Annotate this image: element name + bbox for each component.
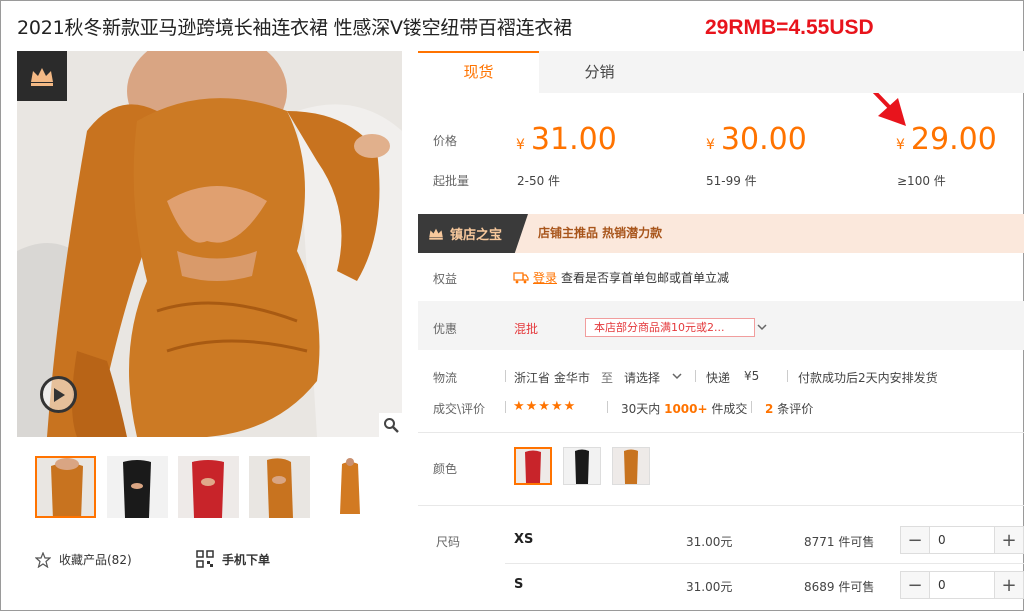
- mobile-order-label: 手机下单: [222, 552, 271, 567]
- price-value: 30.00: [720, 122, 807, 157]
- thumbnail-orange-side[interactable]: [249, 456, 310, 518]
- tab-distribution[interactable]: 分销: [539, 51, 660, 93]
- quantity-input[interactable]: 0: [929, 527, 995, 553]
- tier-2-range: 51-99 件: [706, 174, 757, 188]
- treasure-text: 店铺主推品 热销潜力款: [538, 226, 663, 240]
- divider: [787, 370, 788, 382]
- crown-icon: [429, 228, 443, 240]
- ship-note: 付款成功后2天内安排发货: [798, 371, 938, 385]
- trades-count: 1000+: [664, 402, 708, 416]
- thumbnail-black[interactable]: [107, 456, 168, 518]
- crown-badge: [17, 51, 67, 101]
- magnifier-icon: [384, 418, 399, 433]
- divider: [505, 563, 1024, 564]
- increment-button[interactable]: +: [995, 527, 1023, 553]
- decrement-button[interactable]: −: [901, 572, 929, 598]
- rights-info: 登录 查看是否享首单包邮或首单立减: [513, 269, 729, 286]
- zoom-button[interactable]: [379, 413, 403, 437]
- quantity-stepper-xs: − 0 +: [900, 526, 1024, 554]
- favorite-product-link[interactable]: 收藏产品(82): [35, 551, 132, 568]
- color-swatch-black[interactable]: [563, 447, 601, 485]
- logistics-label: 物流: [433, 371, 458, 385]
- treasure-badge-text: 镇店之宝: [450, 228, 503, 243]
- divider: [695, 370, 696, 382]
- crown-icon: [31, 68, 53, 86]
- shipping-method: 快递: [706, 371, 731, 385]
- rating-stars: ★★★★★: [513, 399, 577, 414]
- thumbnail-orange-front[interactable]: [35, 456, 96, 518]
- thumbnail-red[interactable]: [178, 456, 239, 518]
- size-xs-stock: 8771 件可售: [804, 535, 875, 549]
- star-outline-icon: [35, 551, 51, 568]
- price-tier-2: ¥30.00: [706, 122, 807, 157]
- trades-info: 30天内 1000+ 件成交: [621, 400, 747, 417]
- rights-label: 权益: [433, 272, 458, 286]
- product-title: 2021秋冬新款亚马逊跨境长袖连衣裙 性感深V镂空纽带百褶连衣裙: [17, 17, 572, 39]
- tier-3-range: ≥100 件: [897, 174, 946, 188]
- chevron-down-icon[interactable]: [671, 371, 683, 381]
- divider: [505, 370, 506, 382]
- price-tier-3: ¥29.00: [896, 122, 997, 157]
- treasure-badge: 镇店之宝: [418, 214, 528, 253]
- ship-from: 浙江省 金华市: [514, 371, 590, 385]
- discount-type: 混批: [514, 322, 539, 336]
- discount-label: 优惠: [433, 322, 458, 336]
- price-label: 价格: [433, 134, 458, 148]
- divider: [607, 401, 608, 413]
- login-link[interactable]: 登录: [533, 269, 557, 286]
- play-video-button[interactable]: [40, 376, 77, 413]
- price-value: 31.00: [530, 122, 617, 157]
- currency-symbol: ¥: [706, 137, 715, 153]
- currency-symbol: ¥: [516, 137, 525, 153]
- thumbnail-orange-back[interactable]: [320, 456, 381, 518]
- to-word: 至: [601, 371, 614, 385]
- qrcode-icon: [196, 550, 214, 568]
- size-s-stock: 8689 件可售: [804, 580, 875, 594]
- trades-period: 30天内: [621, 402, 661, 416]
- tab-spot[interactable]: 现货: [418, 51, 539, 93]
- reviews-count: 2: [765, 402, 774, 416]
- trades-label: 成交\评价: [433, 402, 486, 416]
- divider: [418, 432, 1024, 433]
- color-swatch-red[interactable]: [514, 447, 552, 485]
- shipping-fee: ¥5: [744, 369, 760, 383]
- size-xs-price: 31.00元: [686, 535, 733, 549]
- color-label: 颜色: [433, 462, 458, 476]
- price-tier-1: ¥31.00: [516, 122, 617, 157]
- chevron-down-icon[interactable]: [756, 322, 768, 332]
- quantity-stepper-s: − 0 +: [900, 571, 1024, 599]
- tier-1-range: 2-50 件: [517, 174, 561, 188]
- delivery-truck-icon: [513, 272, 529, 284]
- moq-label: 起批量: [433, 174, 470, 188]
- increment-button[interactable]: +: [995, 572, 1023, 598]
- favorite-label: 收藏产品(82): [59, 553, 132, 567]
- promotion-tag[interactable]: 本店部分商品满10元或2...: [585, 318, 755, 337]
- price-conversion-annotation: 29RMB=4.55USD: [705, 16, 874, 39]
- reviews-info[interactable]: 2 条评价: [765, 400, 813, 417]
- shop-treasure-banner: 镇店之宝 店铺主推品 热销潜力款: [418, 214, 1024, 253]
- offer-tabs: 现货 分销: [418, 51, 1024, 93]
- play-icon: [53, 387, 65, 402]
- mobile-order-link[interactable]: 手机下单: [196, 550, 270, 568]
- destination-select[interactable]: 请选择: [624, 369, 660, 386]
- size-s-price: 31.00元: [686, 580, 733, 594]
- rights-text: 查看是否享首单包邮或首单立减: [561, 271, 730, 285]
- reviews-suffix: 条评价: [777, 402, 814, 416]
- price-value: 29.00: [910, 122, 997, 157]
- size-label: 尺码: [436, 535, 461, 549]
- divider: [751, 401, 752, 413]
- size-s: S: [514, 577, 524, 592]
- divider: [418, 505, 1024, 506]
- main-product-image[interactable]: [17, 51, 402, 437]
- divider: [505, 401, 506, 413]
- quantity-input[interactable]: 0: [929, 572, 995, 598]
- currency-symbol: ¥: [896, 137, 905, 153]
- trades-count-suffix: 件成交: [711, 402, 748, 416]
- color-swatch-orange[interactable]: [612, 447, 650, 485]
- size-xs: XS: [514, 532, 534, 547]
- decrement-button[interactable]: −: [901, 527, 929, 553]
